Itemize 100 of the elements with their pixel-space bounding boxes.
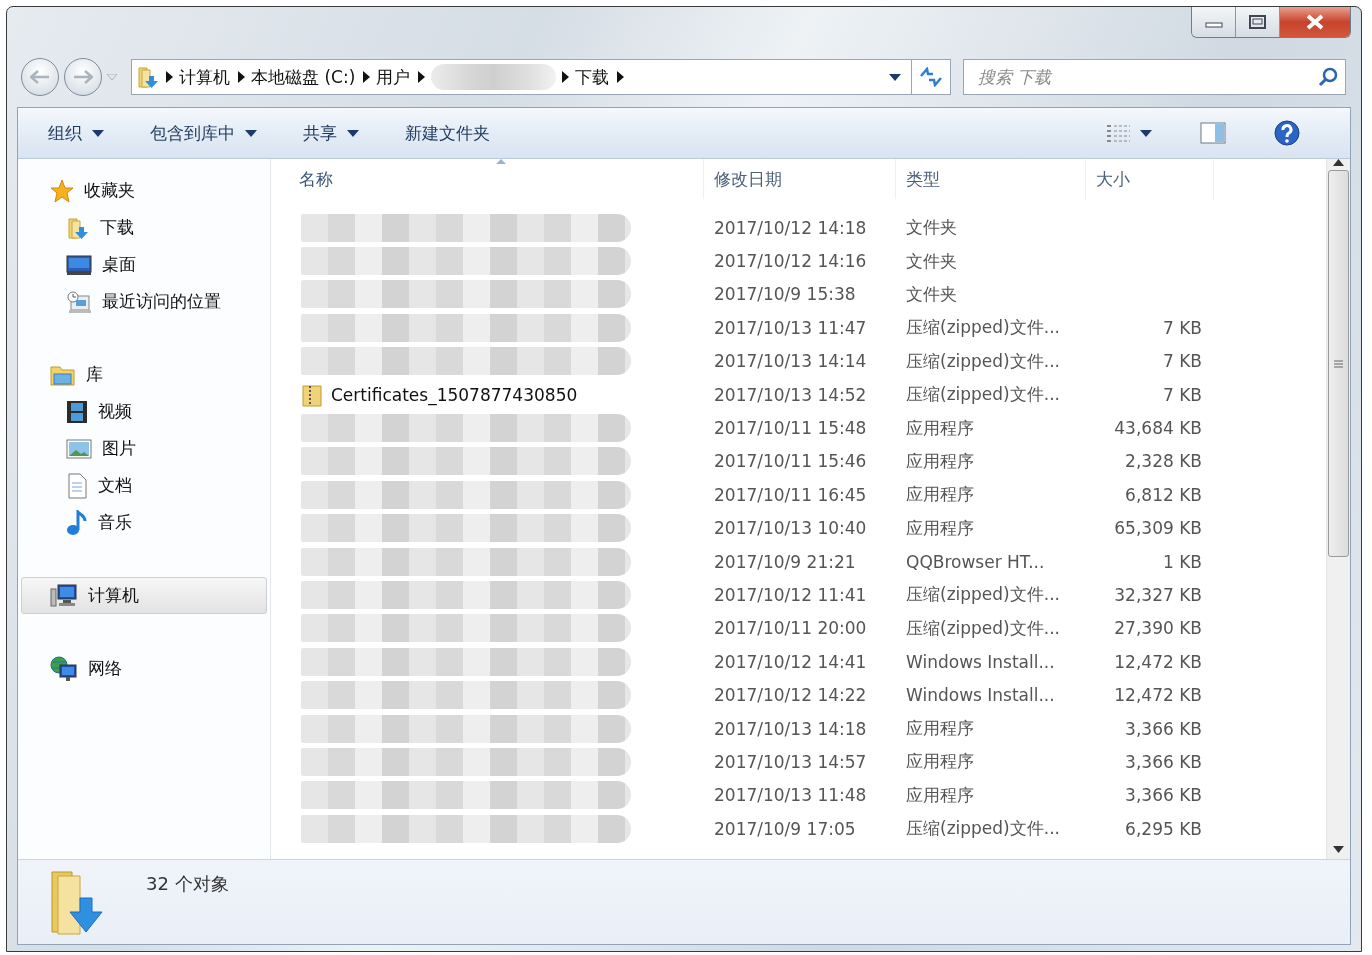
modified-date: 2017/10/12 14:41 [714, 651, 867, 672]
network-icon [50, 655, 78, 682]
column-header[interactable]: 修改日期 [704, 159, 896, 199]
nav-pane-item[interactable]: 收藏夹 [21, 172, 267, 209]
close-icon [1306, 14, 1324, 30]
chevron-right-icon [363, 71, 371, 83]
chevron-right-icon [166, 71, 173, 83]
toolbar-button[interactable]: 新建文件夹 [393, 115, 502, 151]
file-type: 应用程序 [906, 751, 974, 772]
file-type: QQBrowser HT... [906, 551, 1045, 572]
column-header[interactable]: 大小 [1086, 159, 1214, 199]
file-type: 应用程序 [906, 450, 974, 471]
toolbar-button[interactable]: 组织 [36, 115, 116, 151]
nav-pane-item[interactable]: 音乐 [21, 504, 267, 541]
modified-date: 2017/10/13 11:47 [714, 317, 867, 338]
nav-pane-item[interactable]: 最近访问的位置 [21, 283, 267, 320]
column-header[interactable]: 名称 [289, 159, 704, 199]
file-type: 文件夹 [906, 250, 957, 271]
search-field[interactable]: 搜索 下载 [963, 59, 1346, 95]
file-size: 65,309 KB [1114, 518, 1202, 539]
nav-pane-item[interactable]: 视频 [21, 393, 267, 430]
caret-down-icon [347, 129, 359, 137]
back-button[interactable] [21, 58, 59, 96]
address-bar[interactable]: 计算机 本地磁盘 (C:) 用户 下载 [131, 59, 911, 95]
scrollbar[interactable] [1326, 159, 1350, 859]
toolbar-button[interactable]: 包含到库中 [138, 115, 269, 151]
modified-date: 2017/10/11 20:00 [714, 618, 867, 639]
file-type: Windows Install... [906, 651, 1055, 672]
arrow-right-icon [73, 70, 93, 84]
refresh-arrows-icon [919, 67, 943, 87]
modified-date: 2017/10/12 11:41 [714, 585, 867, 605]
file-size: 7 KB [1162, 351, 1202, 372]
chevron-right-icon [562, 71, 570, 83]
nav-pane-item[interactable]: 计算机 [21, 577, 267, 614]
forward-button[interactable] [64, 58, 102, 96]
nav-pane-item[interactable]: 桌面 [21, 246, 267, 283]
breadcrumb-segment[interactable]: 下载 [569, 65, 618, 89]
maximize-button[interactable] [1236, 7, 1280, 37]
chevron-right-icon [238, 71, 245, 83]
maximize-icon [1249, 15, 1266, 29]
modified-date: 2017/10/13 14:14 [714, 351, 867, 372]
modified-date: 2017/10/13 11:48 [714, 785, 867, 806]
file-size: 3,366 KB [1125, 751, 1202, 772]
file-size: 1 KB [1162, 551, 1202, 572]
file-type: 应用程序 [906, 517, 974, 538]
breadcrumb-segment[interactable]: 计算机 [173, 65, 238, 89]
file-type: 文件夹 [906, 283, 957, 304]
column-header[interactable]: 类型 [896, 159, 1086, 199]
modified-date: 2017/10/13 10:40 [714, 518, 867, 539]
modified-date: 2017/10/9 17:05 [714, 818, 856, 839]
file-size: 7 KB [1162, 384, 1202, 405]
nav-pane-item[interactable]: 下载 [21, 209, 267, 246]
grip-icon [1334, 359, 1343, 368]
star-icon [50, 178, 74, 203]
file-type: 压缩(zipped)文件... [906, 818, 1060, 839]
file-size: 12,472 KB [1114, 651, 1202, 672]
breadcrumb-segment[interactable]: 本地磁盘 (C:) [245, 65, 364, 89]
file-type: 压缩(zipped)文件... [906, 384, 1060, 405]
file-size: 27,390 KB [1114, 618, 1202, 639]
download-folder-icon [50, 868, 106, 936]
caret-down-icon [245, 129, 257, 137]
history-dropdown[interactable] [107, 74, 117, 80]
modified-date: 2017/10/9 15:38 [714, 284, 856, 305]
modified-date: 2017/10/11 15:46 [714, 451, 867, 472]
download-folder-icon [136, 65, 160, 89]
computer-icon [50, 583, 78, 608]
file-type: 应用程序 [906, 417, 974, 438]
file-size: 6,295 KB [1125, 818, 1202, 839]
file-name[interactable]: Certificates_1507877430850 [331, 384, 578, 405]
search-icon [1318, 67, 1338, 87]
file-type: 文件夹 [906, 217, 957, 238]
file-size: 43,684 KB [1114, 418, 1202, 439]
modified-date: 2017/10/9 21:21 [714, 551, 856, 572]
file-type: 应用程序 [906, 718, 974, 739]
file-type: 应用程序 [906, 784, 974, 805]
nav-pane-item[interactable]: 图片 [21, 430, 267, 467]
file-size: 3,366 KB [1125, 718, 1202, 739]
caret-down-icon [92, 129, 104, 137]
nav-pane-item[interactable]: 库 [21, 356, 267, 393]
modified-date: 2017/10/11 16:45 [714, 484, 867, 505]
chevron-right-icon [617, 71, 625, 83]
caret-down-icon [1140, 129, 1152, 137]
caret-down-icon [889, 73, 901, 81]
nav-pane-item[interactable]: 网络 [21, 650, 267, 687]
modified-date: 2017/10/12 14:18 [714, 217, 867, 238]
scroll-down-icon [1333, 846, 1344, 853]
breadcrumb-segment[interactable]: 用户 [370, 65, 419, 89]
refresh-button[interactable] [911, 59, 951, 95]
scrollbar-thumb[interactable] [1328, 170, 1349, 557]
modified-date: 2017/10/13 14:52 [714, 384, 867, 405]
library-icon [50, 363, 76, 386]
close-button[interactable] [1280, 7, 1350, 37]
nav-pane-item[interactable]: 文档 [21, 467, 267, 504]
file-type: 压缩(zipped)文件... [906, 350, 1060, 371]
monitor-icon [66, 253, 92, 276]
modified-date: 2017/10/12 14:16 [714, 251, 867, 272]
file-size: 7 KB [1162, 317, 1202, 338]
preview-pane-icon [1200, 122, 1226, 144]
modified-date: 2017/10/13 14:18 [714, 718, 867, 739]
toolbar-button[interactable]: 共享 [291, 115, 371, 151]
